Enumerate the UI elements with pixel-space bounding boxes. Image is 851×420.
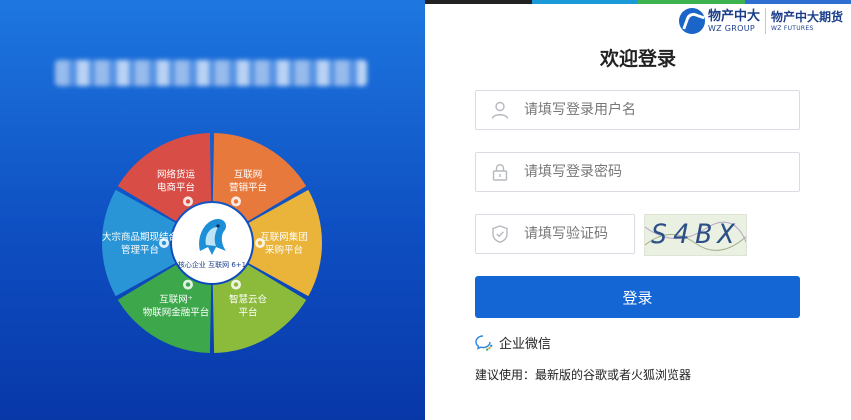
captcha-input[interactable]: [522, 225, 634, 243]
top-bar-segment: [638, 0, 745, 4]
top-bar-segment: [531, 0, 638, 4]
segment-badge-dot: [233, 199, 239, 204]
brand-futures-cn: 物产中大期货: [770, 9, 843, 24]
brand-group-en: WZ GROUP: [707, 23, 756, 33]
segment-badge-dot: [233, 282, 239, 287]
brand-divider: [764, 8, 766, 34]
wz-logo-icon: [678, 8, 705, 34]
brand-logo: 物产中大 WZ GROUP 物产中大期货 WZ FUTURES: [678, 6, 843, 36]
wechat-login-link[interactable]: 企业微信: [475, 333, 551, 352]
wechat-label: 企业微信: [499, 337, 552, 352]
login-button[interactable]: 登录: [475, 276, 800, 318]
segment-badge-dot: [185, 282, 191, 287]
segment-badge-dot: [257, 240, 263, 246]
top-color-bar: [425, 0, 851, 4]
wheel-center-label: 核心企业 互联网 6+1: [178, 260, 246, 269]
username-field[interactable]: [475, 90, 800, 130]
top-bar-segment: [425, 0, 532, 4]
wechat-work-icon: [475, 334, 493, 352]
captcha-text: S4BX: [651, 219, 741, 250]
lock-icon: [490, 161, 510, 183]
password-input[interactable]: [522, 163, 799, 181]
username-input[interactable]: [522, 101, 799, 119]
left-hero-panel: 互联网营销平台 互联网集团采购平台 智慧云仓平台 互联网⁺物联网金融平台 大宗商品期现结…: [0, 0, 425, 420]
browser-hint: 建议使用：最新版的谷歌或者火狐浏览器: [475, 368, 692, 382]
password-field[interactable]: [475, 152, 800, 192]
segment-badge-dot: [185, 199, 191, 204]
login-title: 欢迎登录: [599, 48, 676, 70]
user-icon: [490, 99, 510, 121]
brand-group-cn: 物产中大: [707, 8, 760, 24]
login-panel: 物产中大 WZ GROUP 物产中大期货 WZ FUTURES 欢迎登录 请填写…: [425, 0, 851, 420]
platform-wheel: 互联网营销平台互联网集团采购平台智慧云仓平台互联网⁺物联网金融平台大宗商品期现结…: [102, 133, 322, 353]
captcha-image[interactable]: S4BX: [644, 214, 747, 256]
captcha-field[interactable]: [475, 214, 635, 254]
shield-icon: [490, 223, 510, 245]
segment-badge-dot: [161, 240, 167, 246]
brand-futures-en: WZ FUTURES: [770, 24, 814, 32]
top-bar-segment: [744, 0, 851, 4]
